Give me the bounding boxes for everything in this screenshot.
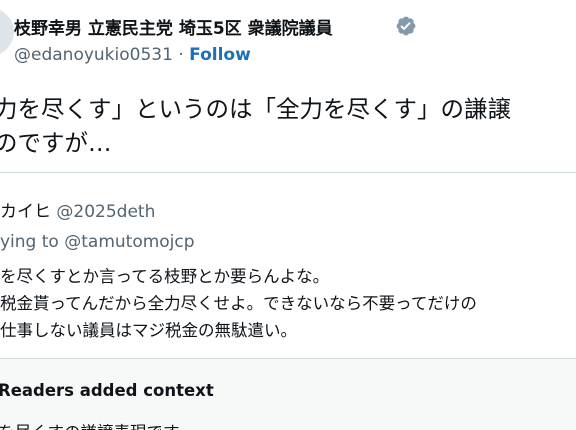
follow-button[interactable]: Follow xyxy=(189,45,251,65)
quoted-text-line: 税金貰ってんだから全力尽くせよ。できないなら不要ってだけの xyxy=(0,294,477,313)
replying-to: ying to @tamutomojcp xyxy=(0,232,195,252)
context-text: を尽くすの謙譲表現です。 xyxy=(0,419,194,430)
separator-dot: · xyxy=(178,45,184,65)
tweet-text: 力を尽くす」というのは「全力を尽くす」の謙譲 のですが… xyxy=(0,92,576,160)
replying-to-handle[interactable]: @tamutomojcp xyxy=(64,232,194,252)
context-title: Readers added context xyxy=(0,381,214,400)
verified-badge-icon xyxy=(396,16,416,36)
author-handle-row: @edanoyukio0531 · Follow xyxy=(14,45,251,65)
quoted-text-line: 仕事しない議員はマジ税金の無駄遣い。 xyxy=(0,321,297,340)
author-handle[interactable]: @edanoyukio0531 xyxy=(14,45,173,65)
author-name[interactable]: 枝野幸男 立憲民主党 埼玉5区 衆議院議員 xyxy=(14,14,333,39)
quoted-tweet-text: を尽くすとか言ってる枝野とか要らんよな。 税金貰ってんだから全力尽くせよ。できな… xyxy=(0,263,477,344)
quoted-author: カイヒ @2025deth xyxy=(0,197,155,222)
tweet-text-line: のですが… xyxy=(0,129,112,157)
readers-context-box: Readers added context を尽くすの謙譲表現です。 xyxy=(0,358,576,430)
embedded-tweet: 枝野幸男 立憲民主党 埼玉5区 衆議院議員 @edanoyukio0531 · … xyxy=(0,0,576,430)
quoted-author-handle[interactable]: @2025deth xyxy=(56,202,155,222)
avatar[interactable] xyxy=(0,8,14,56)
quoted-text-line: を尽くすとか言ってる枝野とか要らんよな。 xyxy=(0,267,330,286)
replying-to-label: ying to xyxy=(0,232,59,252)
quoted-author-name[interactable]: カイヒ xyxy=(0,202,51,222)
tweet-text-line: 力を尽くす」というのは「全力を尽くす」の謙譲 xyxy=(0,95,511,123)
quoted-tweet[interactable]: カイヒ @2025deth ying to @tamutomojcp を尽くすと… xyxy=(0,172,576,363)
